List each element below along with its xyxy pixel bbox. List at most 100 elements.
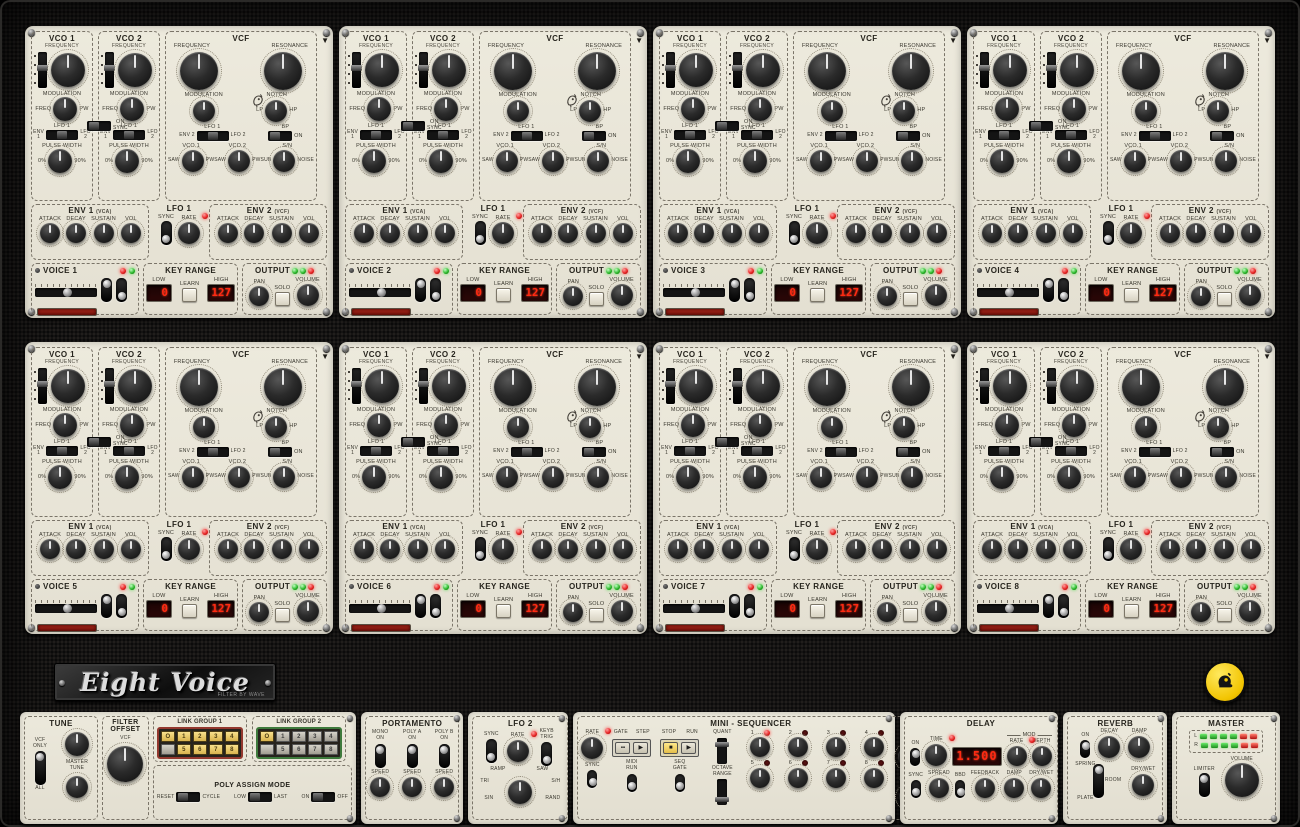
vco2-frequency-knob[interactable] [432,369,466,403]
env2-sustain-knob[interactable] [1214,223,1234,243]
env2-sustain-knob[interactable] [900,539,920,559]
link1-button-5[interactable]: 5 [177,744,191,755]
voice-detune-slider[interactable] [663,604,725,613]
vco2-modulation-knob[interactable] [434,97,458,121]
env2-sustain-knob[interactable] [272,539,292,559]
porta-mono-speed-knob[interactable] [370,777,390,797]
key-range-low-display[interactable]: 0 [1088,284,1114,302]
vcf-resonance-knob[interactable] [578,368,616,406]
porta-polya-switch[interactable] [407,744,418,768]
voice-switch-a[interactable] [1043,278,1054,302]
pan-knob[interactable] [877,286,897,306]
osc-sync-switch[interactable] [1029,121,1053,131]
lfo2-sync-switch[interactable] [486,739,497,763]
vco2-frequency-knob[interactable] [1060,53,1094,87]
env2-decay-knob[interactable] [558,539,578,559]
vcf-vco2-mix-knob[interactable] [542,150,564,172]
vcf-vco1-mix-knob[interactable] [182,466,204,488]
vco2-pulse-width-knob[interactable] [743,465,767,489]
vcf-resonance-knob[interactable] [264,368,302,406]
lfo1-rate-knob[interactable] [178,222,200,244]
lfo1-rate-knob[interactable] [806,538,828,560]
vcf-vco1-mix-knob[interactable] [182,150,204,172]
vco2-modulation-knob[interactable] [748,97,772,121]
osc-sync-switch[interactable] [87,437,111,447]
lfo1-sync-switch[interactable] [789,221,800,245]
lfo1-sync-switch[interactable] [789,537,800,561]
voice-detune-slider[interactable] [977,604,1039,613]
delay-feedback-knob[interactable] [975,778,995,798]
seq-octave-slider[interactable] [717,779,727,805]
key-range-low-display[interactable]: 0 [460,600,486,618]
env1-sustain-knob[interactable] [1036,539,1056,559]
seq-step-mode-button[interactable]: ▶ [633,742,648,754]
voice-detune-slider[interactable] [35,604,97,613]
vcf-vco1-mix-knob[interactable] [1124,150,1146,172]
vcf-vco2-mix-knob[interactable] [542,466,564,488]
vco1-range-slider[interactable] [980,52,989,88]
porta-polyb-speed-knob[interactable] [434,777,454,797]
solo-button[interactable] [275,608,290,622]
vcf-mod-source-switch[interactable] [1139,131,1171,141]
voice-switch-a[interactable] [729,594,740,618]
vco1-frequency-knob[interactable] [993,369,1027,403]
vco1-mod-source-switch[interactable] [360,446,392,456]
lfo1-sync-switch[interactable] [475,537,486,561]
solo-button[interactable] [589,608,604,622]
link2-button-1[interactable]: 1 [276,731,290,742]
vcf-mode-knob[interactable] [265,100,287,122]
env1-attack-knob[interactable] [354,223,374,243]
pan-knob[interactable] [563,286,583,306]
vco2-modulation-knob[interactable] [120,97,144,121]
volume-knob[interactable] [1239,284,1261,306]
env2-sustain-knob[interactable] [1214,539,1234,559]
vco2-modulation-knob[interactable] [1062,97,1086,121]
key-range-high-display[interactable]: 127 [1149,600,1177,618]
vco2-modulation-knob[interactable] [120,413,144,437]
env1-attack-knob[interactable] [668,539,688,559]
voice-detune-slider[interactable] [349,604,411,613]
voice-switch-a[interactable] [101,278,112,302]
learn-button[interactable] [810,604,825,618]
key-range-low-display[interactable]: 0 [774,600,800,618]
env2-vol-knob[interactable] [299,539,319,559]
voice-switch-a[interactable] [415,594,426,618]
vcf-vco2-mix-knob[interactable] [856,150,878,172]
env2-decay-knob[interactable] [558,223,578,243]
lfo1-rate-knob[interactable] [1120,222,1142,244]
porta-polyb-switch[interactable] [439,744,450,768]
pan-knob[interactable] [1191,602,1211,622]
vcf-sub-noise-knob[interactable] [901,150,923,172]
vco1-mod-source-switch[interactable] [360,130,392,140]
link1-button-2[interactable]: 2 [193,731,207,742]
vco2-pulse-width-knob[interactable] [1057,149,1081,173]
env2-vol-knob[interactable] [613,223,633,243]
vcf-mod-source-switch[interactable] [511,131,543,141]
vco1-pulse-width-knob[interactable] [676,465,700,489]
lfo1-sync-switch[interactable] [475,221,486,245]
lfo1-rate-knob[interactable] [492,538,514,560]
seq-rate-knob[interactable] [581,737,603,759]
vcf-frequency-knob[interactable] [1122,368,1160,406]
env2-vol-knob[interactable] [1241,539,1261,559]
vcf-frequency-knob[interactable] [180,368,218,406]
env2-attack-knob[interactable] [532,223,552,243]
env2-decay-knob[interactable] [244,539,264,559]
seq-step-knob-4[interactable] [864,737,884,757]
env2-attack-knob[interactable] [218,223,238,243]
delay-time-display[interactable]: 1.500 [952,747,1001,766]
link2-button-8[interactable]: 8 [324,744,338,755]
vcf-bp-switch[interactable] [582,131,606,141]
env1-decay-knob[interactable] [380,223,400,243]
vco2-range-slider[interactable] [105,52,114,88]
vco2-frequency-knob[interactable] [118,53,152,87]
env1-attack-knob[interactable] [668,223,688,243]
env1-decay-knob[interactable] [1008,539,1028,559]
env1-vol-knob[interactable] [1063,539,1083,559]
env1-attack-knob[interactable] [40,539,60,559]
env1-sustain-knob[interactable] [94,223,114,243]
vco2-frequency-knob[interactable] [746,53,780,87]
env2-decay-knob[interactable] [872,223,892,243]
vco2-pulse-width-knob[interactable] [429,149,453,173]
vcf-frequency-knob[interactable] [494,52,532,90]
